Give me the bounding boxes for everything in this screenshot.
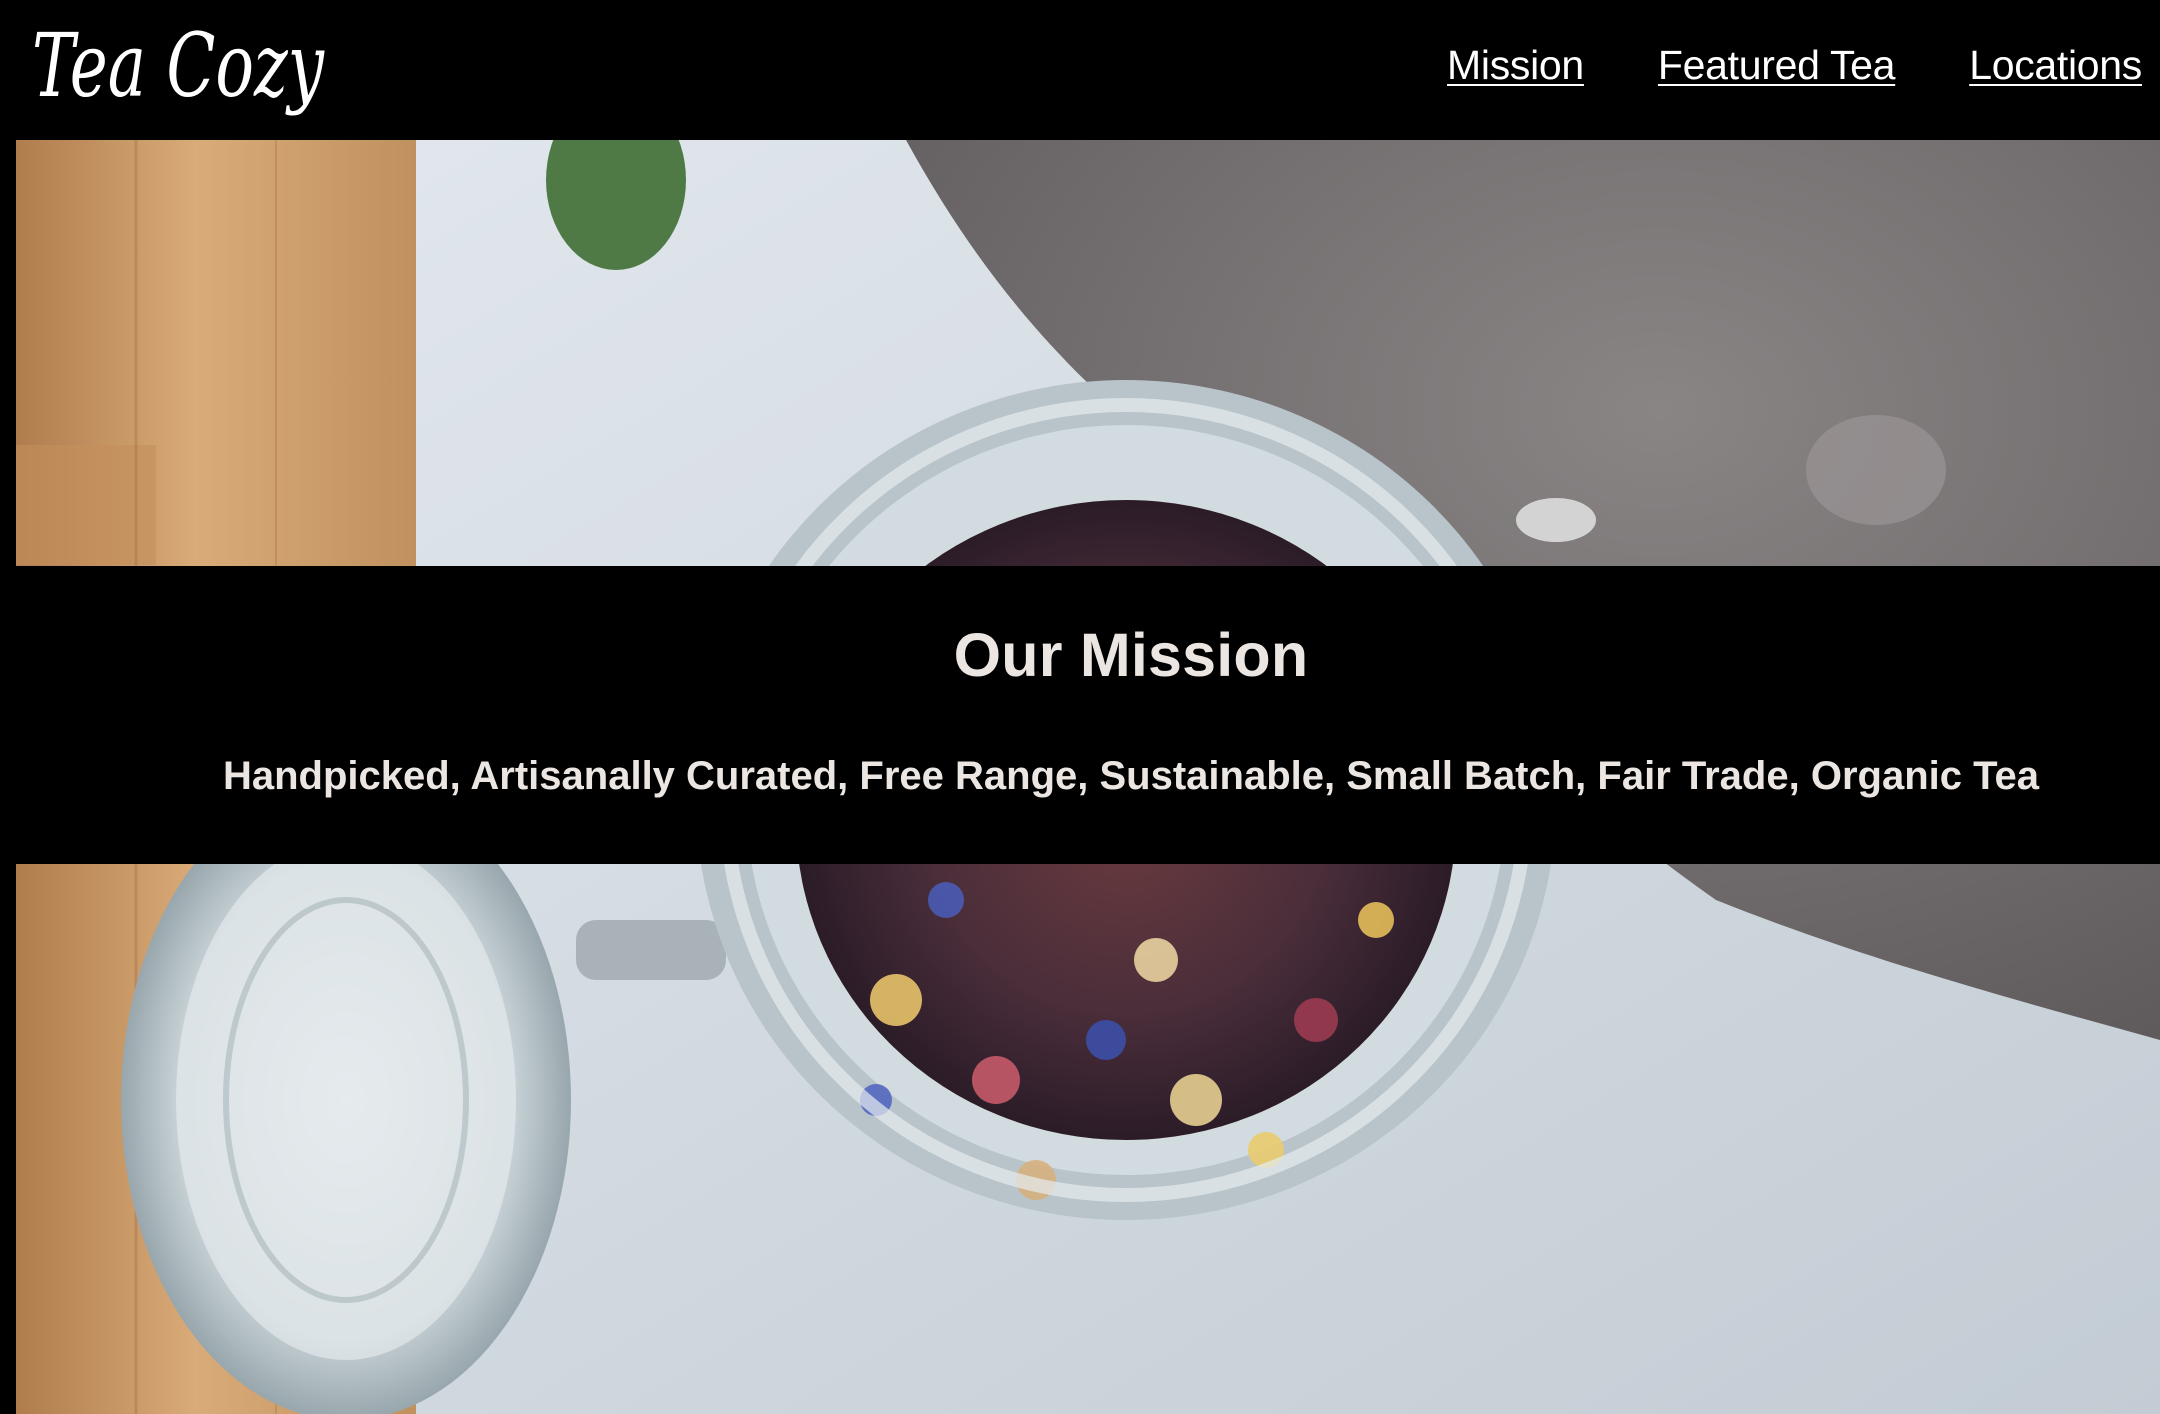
main-nav: Mission Featured Tea Locations bbox=[1447, 42, 2142, 89]
logo-text: Tea Cozy bbox=[32, 14, 325, 117]
nav-link-mission[interactable]: Mission bbox=[1447, 42, 1584, 89]
mission-title: Our Mission bbox=[953, 621, 1309, 689]
site-header: Tea Cozy Mission Featured Tea Locations bbox=[0, 0, 2160, 138]
logo[interactable]: Tea Cozy bbox=[32, 8, 372, 128]
nav-link-featured-tea[interactable]: Featured Tea bbox=[1658, 42, 1896, 89]
page: Tea Cozy Mission Featured Tea Locations bbox=[0, 0, 2160, 1414]
mission-tagline: Handpicked, Artisanally Curated, Free Ra… bbox=[222, 754, 2040, 798]
nav-link-locations[interactable]: Locations bbox=[1969, 42, 2142, 89]
mission-section: Our Mission Handpicked, Artisanally Cura… bbox=[0, 566, 2160, 864]
